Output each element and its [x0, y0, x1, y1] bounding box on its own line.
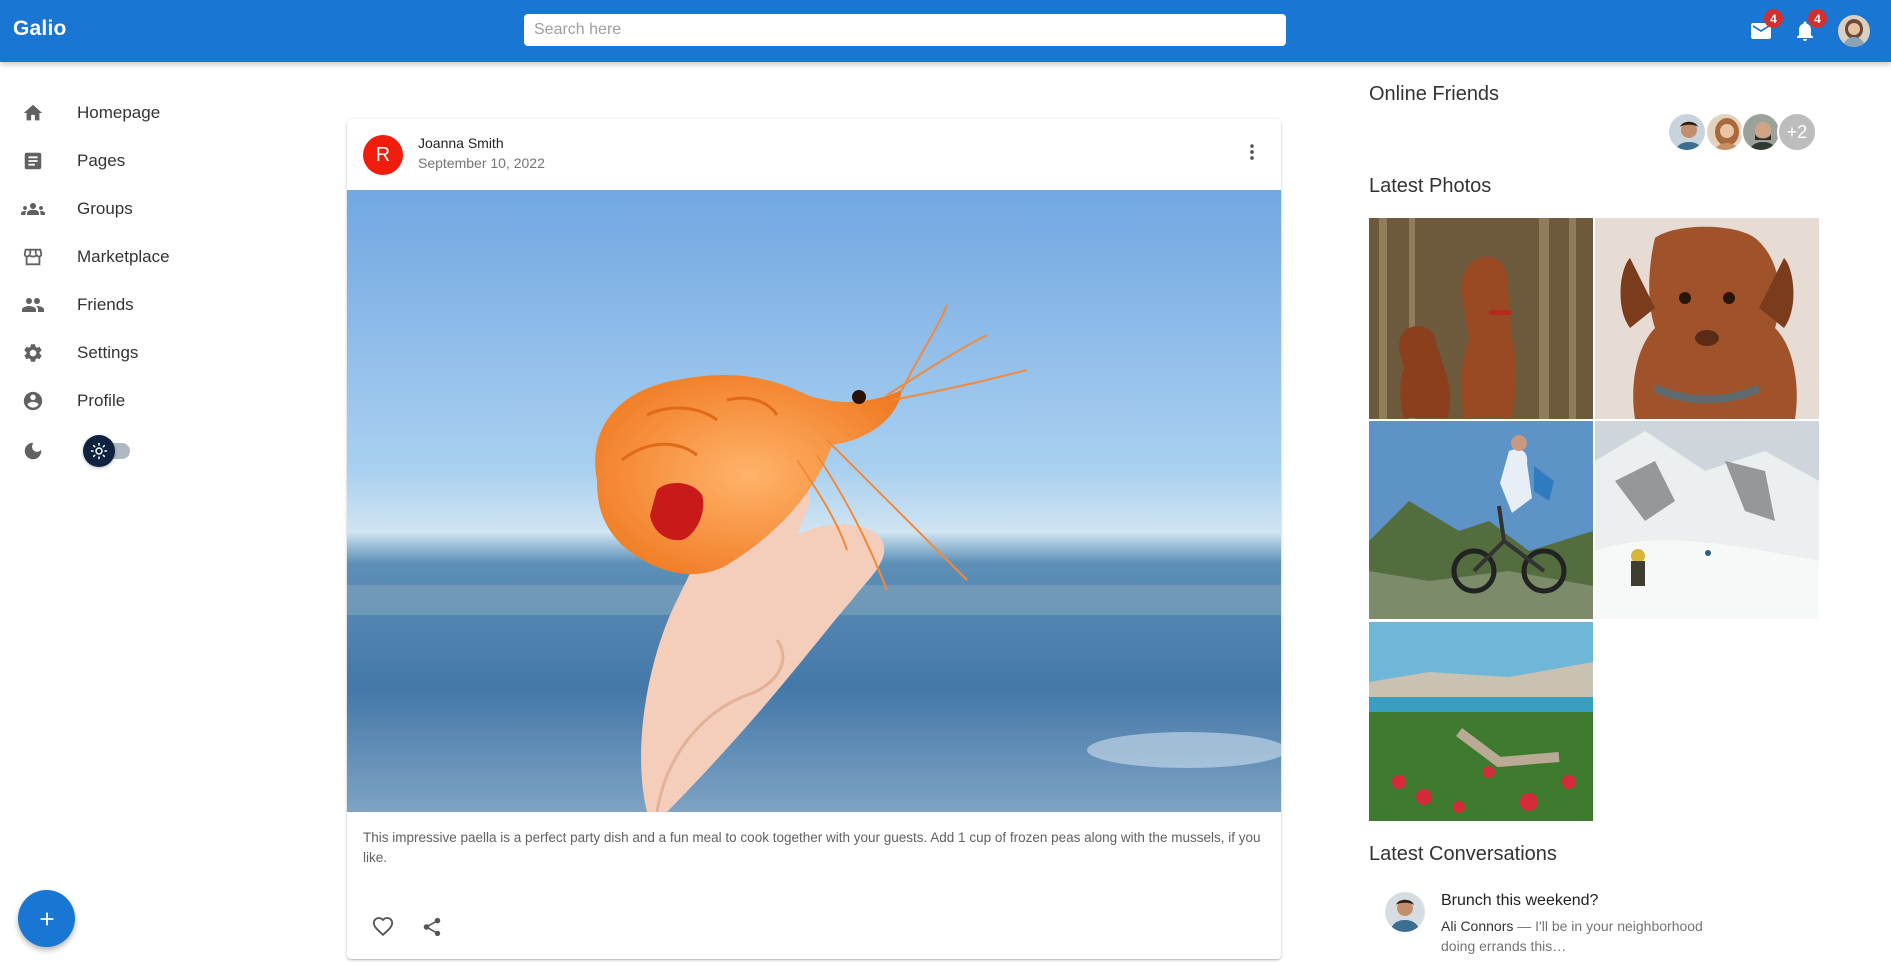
app-bar: Galio 4 4	[0, 0, 1891, 62]
post-text: This impressive paella is a perfect part…	[363, 830, 1261, 865]
mail-badge: 4	[1764, 9, 1783, 28]
sidebar-item-label: Marketplace	[77, 247, 170, 266]
online-friends-title: Online Friends	[1369, 83, 1500, 105]
sidebar-item-homepage[interactable]: Homepage	[0, 89, 300, 137]
user-avatar-image	[1838, 15, 1870, 47]
sidebar-item-marketplace[interactable]: Marketplace	[0, 233, 300, 281]
latest-photo-5[interactable]	[1369, 622, 1593, 821]
account-circle-icon	[21, 389, 45, 413]
post-more-button[interactable]	[1237, 137, 1267, 167]
toggle-thumb	[83, 435, 115, 467]
conversation-title: Brunch this weekend?	[1441, 892, 1599, 909]
add-button[interactable]	[18, 890, 75, 947]
like-button[interactable]	[363, 907, 403, 947]
latest-conversations-title: Latest Conversations	[1369, 843, 1557, 865]
latest-photos-title: Latest Photos	[1369, 175, 1492, 197]
groups-icon	[21, 197, 45, 221]
post-card: R Joanna Smith September 10, 2022 This i…	[347, 119, 1281, 959]
moon-icon	[21, 439, 45, 463]
online-friend-avatar[interactable]	[1667, 112, 1707, 152]
sidebar-item-label: Homepage	[77, 103, 161, 122]
sidebar-item-label: Settings	[77, 343, 139, 362]
sidebar-item-pages[interactable]: Pages	[0, 137, 300, 185]
user-avatar[interactable]	[1838, 15, 1870, 47]
conversation-avatar	[1385, 892, 1425, 932]
online-friend-avatar[interactable]	[1741, 112, 1781, 152]
storefront-icon	[21, 245, 45, 269]
sidebar-item-label: Pages	[77, 151, 126, 170]
latest-photo-1[interactable]	[1369, 218, 1593, 419]
plus-icon	[40, 912, 53, 925]
conversation-item[interactable]: Brunch this weekend? Ali Connors — I'll …	[1369, 884, 1744, 964]
post-date: September 10, 2022	[418, 155, 545, 171]
post-author-name[interactable]: Joanna Smith	[418, 135, 504, 151]
more-friends-count[interactable]: +2	[1777, 112, 1817, 152]
theme-row	[0, 427, 300, 475]
share-icon	[423, 917, 441, 937]
home-icon	[21, 101, 45, 125]
latest-photo-2[interactable]	[1595, 218, 1819, 419]
heart-icon	[372, 917, 394, 937]
conversation-author: Ali Connors	[1441, 918, 1514, 934]
gear-icon	[21, 341, 45, 365]
sidebar-item-label: Friends	[77, 295, 134, 314]
sidebar-item-profile[interactable]: Profile	[0, 377, 300, 425]
notifications-badge: 4	[1808, 9, 1827, 28]
article-icon	[21, 149, 45, 173]
sidebar-item-label: Profile	[77, 391, 126, 410]
sidebar-item-label: Groups	[77, 199, 133, 218]
more-vertical-icon	[1250, 144, 1254, 160]
theme-toggle[interactable]	[82, 433, 134, 469]
latest-photo-3[interactable]	[1369, 421, 1593, 619]
post-author-avatar[interactable]: R	[363, 135, 403, 175]
brand-logo[interactable]: Galio	[13, 17, 67, 41]
conversation-preview: Ali Connors — I'll be in your neighborho…	[1441, 916, 1731, 956]
mail-button[interactable]: 4	[1746, 9, 1783, 46]
post-image[interactable]	[347, 190, 1281, 812]
sidebar-item-settings[interactable]: Settings	[0, 329, 300, 377]
sidebar-item-groups[interactable]: Groups	[0, 185, 300, 233]
notifications-button[interactable]: 4	[1790, 9, 1827, 46]
search-box[interactable]	[524, 14, 1286, 46]
shrimp-photo	[347, 190, 1281, 812]
sun-icon	[90, 442, 108, 460]
people-icon	[21, 293, 45, 317]
search-input[interactable]	[534, 21, 1276, 39]
latest-photo-4[interactable]	[1595, 421, 1819, 619]
share-button[interactable]	[412, 907, 452, 947]
sidebar-item-friends[interactable]: Friends	[0, 281, 300, 329]
online-friend-avatar[interactable]	[1705, 112, 1745, 152]
